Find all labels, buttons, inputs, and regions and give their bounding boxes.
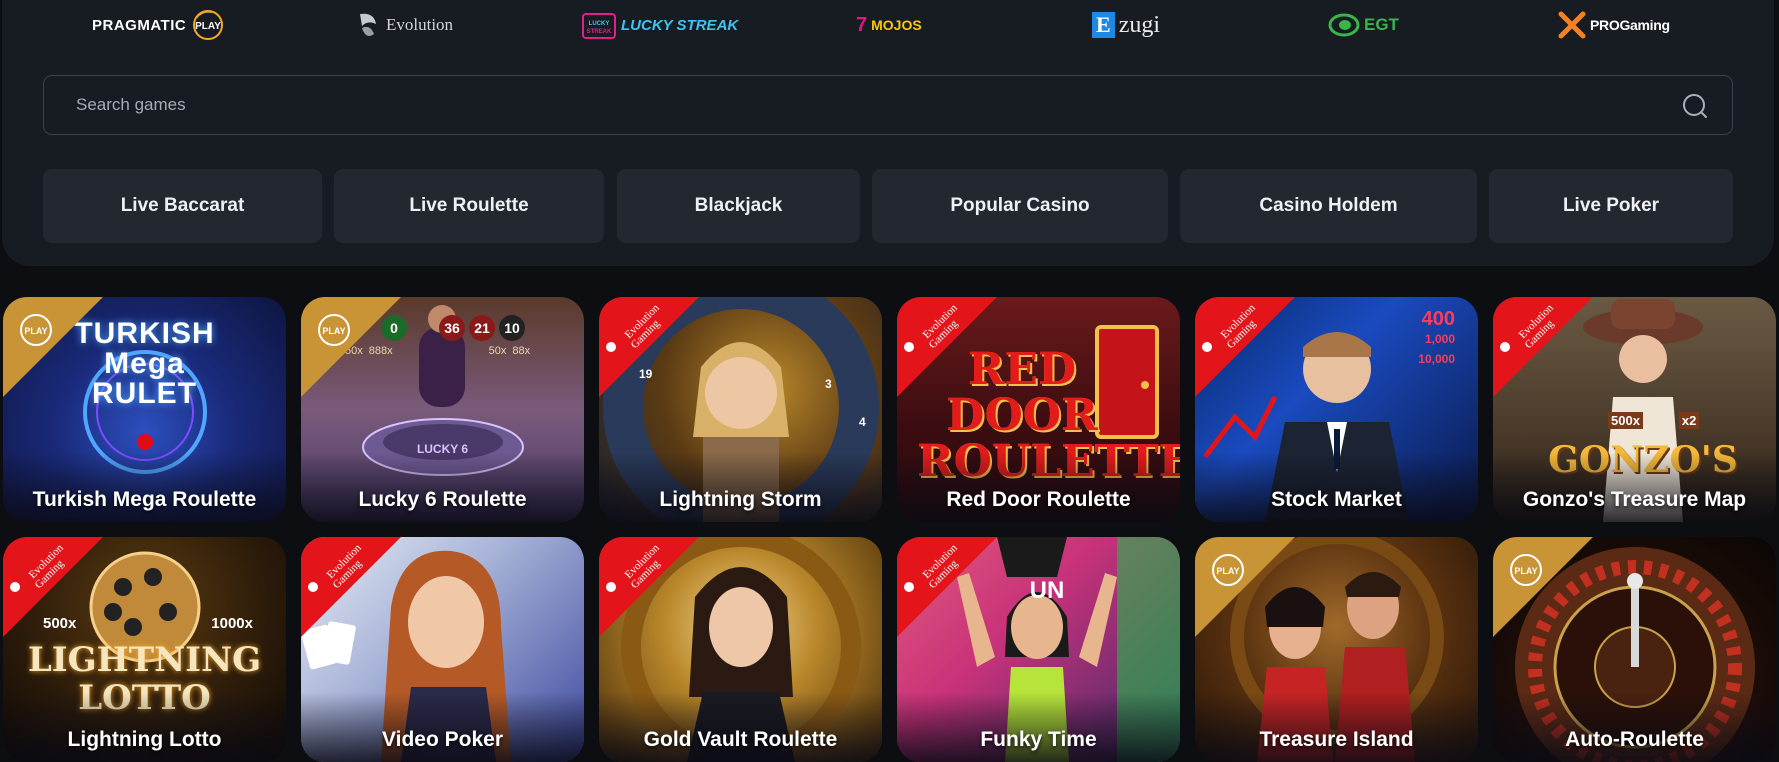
evolution-logo-icon: [360, 13, 376, 36]
evolution-gaming-badge-icon: Evolution Gaming: [897, 297, 997, 397]
game-card-treasure-island[interactable]: PLAY Treasure Island: [1195, 537, 1478, 762]
game-title: Lightning Storm: [659, 488, 822, 511]
provider-sub: PLAY: [195, 21, 221, 32]
category-live-roulette[interactable]: Live Roulette: [334, 169, 604, 243]
game-title: Auto-Roulette: [1565, 728, 1704, 751]
game-title: Video Poker: [382, 728, 503, 751]
pragmatic-play-badge-icon: PLAY: [1195, 537, 1295, 637]
game-grid: TURKISH Mega RULET PLAY Turkish Mega Rou…: [3, 297, 1779, 762]
category-casino-holdem[interactable]: Casino Holdem: [1180, 169, 1477, 243]
search-input[interactable]: [76, 76, 1656, 134]
game-title: Red Door Roulette: [946, 488, 1131, 511]
provider-lucky-streak[interactable]: LUCKY STREAK LUCKY STREAK: [581, 8, 738, 42]
evolution-gaming-badge-icon: Evolution Gaming: [599, 537, 699, 637]
game-card-red-door-roulette[interactable]: RED DOOR ROULETTE Evolution Gaming Red D…: [897, 297, 1180, 522]
provider-name: EGT: [1364, 15, 1399, 34]
provider-name: Evolution: [386, 15, 454, 34]
game-title: Lucky 6 Roulette: [358, 488, 527, 511]
game-card-turkish-mega-roulette[interactable]: TURKISH Mega RULET PLAY Turkish Mega Rou…: [3, 297, 286, 522]
game-card-gold-vault-roulette[interactable]: Evolution Gaming Gold Vault Roulette: [599, 537, 882, 762]
number-ball: 36: [439, 315, 465, 341]
game-title: Turkish Mega Roulette: [32, 488, 257, 511]
game-title: Gold Vault Roulette: [643, 728, 838, 751]
provider-name: PRAGMATIC: [92, 16, 187, 34]
svg-text:STREAK: STREAK: [587, 29, 612, 35]
provider-name: MOJOS: [871, 17, 922, 33]
game-card-lucky-6-roulette[interactable]: 0 36 21 10 50x 888x 50x 88x LUCKY 6 PLAY…: [301, 297, 584, 522]
provider-name: zugi: [1118, 11, 1161, 38]
provider-ezugi[interactable]: E zugi: [1092, 8, 1160, 42]
provider-7mojos[interactable]: 7 MOJOS: [856, 8, 922, 42]
provider-pragmatic-play[interactable]: PRAGMATIC PLAY: [92, 8, 226, 42]
category-live-poker[interactable]: Live Poker: [1489, 169, 1733, 243]
multiplier-label: 88x: [512, 345, 531, 357]
pragmatic-play-badge-icon: PLAY: [301, 297, 401, 397]
wheel-number: 3: [825, 377, 832, 391]
game-title: Stock Market: [1271, 488, 1402, 511]
evolution-gaming-badge-icon: Evolution Gaming: [1493, 297, 1593, 397]
category-blackjack[interactable]: Blackjack: [617, 169, 860, 243]
number-ball: 21: [469, 315, 495, 341]
category-popular-casino[interactable]: Popular Casino: [872, 169, 1168, 243]
provider-name: PROGaming: [1590, 17, 1670, 33]
svg-text:LUCKY: LUCKY: [589, 21, 610, 27]
provider-sub: E: [1092, 12, 1115, 38]
multiplier-label: 50x: [488, 345, 507, 357]
progaming-logo-icon: [1558, 11, 1586, 39]
game-card-auto-roulette[interactable]: PLAY Auto-Roulette: [1493, 537, 1776, 762]
ticker-value: 1,000: [1424, 332, 1455, 346]
game-card-lightning-lotto[interactable]: 500x 1000x LIGHTNING LOTTO Evolution Gam…: [3, 537, 286, 762]
search-bar: [43, 75, 1733, 135]
search-icon[interactable]: [1682, 93, 1708, 119]
evolution-gaming-badge-icon: Evolution Gaming: [301, 537, 401, 637]
game-art-text: UN: [1029, 577, 1065, 604]
provider-bar: PRAGMATIC PLAY Evolution LUCKY STREAK LU…: [0, 0, 1779, 50]
ticker-value: 10,000: [1418, 352, 1455, 366]
pragmatic-play-logo-icon: PLAY: [193, 10, 224, 40]
game-title: Gonzo's Treasure Map: [1522, 488, 1747, 511]
game-title: Treasure Island: [1259, 728, 1414, 751]
game-card-funky-time[interactable]: UN Evolution Gaming Funky Time: [897, 537, 1180, 762]
svg-text:PLAY: PLAY: [24, 326, 47, 336]
evolution-gaming-badge-icon: Evolution Gaming: [3, 537, 103, 637]
provider-evolution[interactable]: Evolution: [356, 8, 453, 42]
provider-sub: 7: [856, 13, 868, 36]
svg-text:PLAY: PLAY: [1514, 566, 1537, 576]
wheel-number: 4: [859, 415, 866, 429]
game-card-lightning-storm[interactable]: 19 3 4 Evolution Gaming Lightning Storm: [599, 297, 882, 522]
game-card-gonzos-treasure-map[interactable]: 500x x2 GONZO'S Evolution Gaming Gonzo's…: [1493, 297, 1776, 522]
ticker-value: 400: [1421, 308, 1455, 330]
lucky-streak-logo-icon: LUCKY STREAK: [582, 13, 616, 39]
game-title: Funky Time: [980, 728, 1097, 751]
evolution-gaming-badge-icon: Evolution Gaming: [599, 297, 699, 397]
pragmatic-play-badge-icon: PLAY: [3, 297, 103, 397]
svg-text:PLAY: PLAY: [1216, 566, 1239, 576]
game-card-stock-market[interactable]: 400 1,000 10,000 Evolution Gaming Stock …: [1195, 297, 1478, 522]
multiplier-label: 500x: [1608, 412, 1643, 429]
svg-text:PLAY: PLAY: [322, 326, 345, 336]
category-live-baccarat[interactable]: Live Baccarat: [43, 169, 322, 243]
provider-egt[interactable]: EGT: [1328, 8, 1399, 42]
egt-logo-icon: [1328, 13, 1360, 37]
multiplier-label: 1000x: [211, 615, 253, 632]
multiplier-label: x2: [1678, 412, 1700, 429]
evolution-gaming-badge-icon: Evolution Gaming: [897, 537, 997, 637]
category-tabs: Live Baccarat Live Roulette Blackjack Po…: [43, 169, 1733, 244]
pragmatic-play-badge-icon: PLAY: [1493, 537, 1593, 637]
provider-name: LUCKY STREAK: [621, 16, 739, 34]
game-card-video-poker[interactable]: Evolution Gaming Video Poker: [301, 537, 584, 762]
evolution-gaming-badge-icon: Evolution Gaming: [1195, 297, 1295, 397]
provider-progaming[interactable]: PROGaming: [1558, 8, 1670, 42]
game-title: Lightning Lotto: [67, 728, 222, 751]
number-ball: 10: [499, 315, 525, 341]
